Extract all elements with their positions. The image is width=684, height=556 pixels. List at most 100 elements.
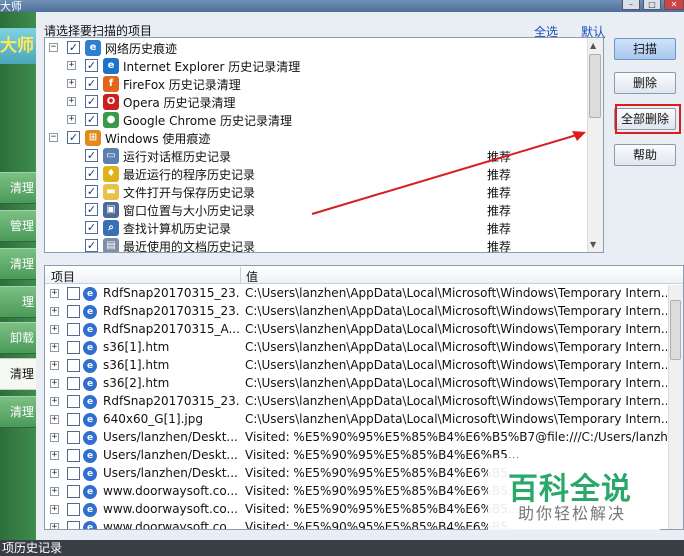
row-checkbox[interactable]: [67, 287, 80, 300]
expand-icon[interactable]: +: [50, 307, 59, 316]
tree-row[interactable]: − ✓ e 网络历史痕迹: [45, 39, 590, 57]
tree-checkbox[interactable]: ✓: [85, 59, 98, 72]
close-window-button[interactable]: ✕: [664, 0, 684, 10]
table-row[interactable]: + e s36[1].htm C:\Users\lanzhen\AppData\Loc…: [45, 339, 667, 357]
tree-row[interactable]: ✓ ⌕ 查找计算机历史记录 推荐: [45, 219, 590, 237]
tree-row[interactable]: ✓ ▭ 运行对话框历史记录 推荐: [45, 147, 590, 165]
tree-scroll-thumb[interactable]: [589, 54, 601, 118]
expand-icon[interactable]: +: [50, 505, 59, 514]
scan-button[interactable]: 扫描: [614, 38, 676, 60]
collapse-icon[interactable]: −: [49, 133, 58, 142]
expand-icon[interactable]: +: [50, 523, 59, 529]
row-value: C:\Users\lanzhen\AppData\Local\Microsoft…: [245, 340, 667, 354]
table-row[interactable]: + e Users/lanzhen/Deskt... Visited: %E5%90%…: [45, 429, 667, 447]
expand-icon[interactable]: +: [67, 79, 76, 88]
row-checkbox[interactable]: [67, 467, 80, 480]
tree-row[interactable]: ✓ ▤ 最近使用的文档历史记录 推荐: [45, 237, 590, 252]
expand-icon[interactable]: +: [50, 451, 59, 460]
sidebar-item[interactable]: 清理: [0, 172, 36, 204]
tree-row[interactable]: ✓ ▬ 文件打开与保存历史记录 推荐: [45, 183, 590, 201]
tree-row[interactable]: ✓ ▣ 窗口位置与大小历史记录 推荐: [45, 201, 590, 219]
tree-checkbox[interactable]: ✓: [85, 95, 98, 108]
minimize-button[interactable]: –: [622, 0, 640, 10]
tree-row[interactable]: + ✓ O Opera 历史记录清理: [45, 93, 590, 111]
row-checkbox[interactable]: [67, 485, 80, 498]
sidebar-item[interactable]: 卸载: [0, 322, 36, 354]
table-row[interactable]: + e RdfSnap20170315_23... C:\Users\lanzhen\…: [45, 303, 667, 321]
sidebar-item[interactable]: 清理: [0, 358, 36, 390]
expand-icon[interactable]: +: [67, 61, 76, 70]
tree-checkbox[interactable]: ✓: [85, 185, 98, 198]
sidebar-item[interactable]: 清理: [0, 396, 36, 428]
row-checkbox[interactable]: [67, 359, 80, 372]
help-button[interactable]: 帮助: [614, 144, 676, 166]
tree-checkbox[interactable]: ✓: [67, 41, 80, 54]
column-divider[interactable]: [240, 267, 241, 283]
sidebar-item[interactable]: 管理: [0, 210, 36, 242]
scroll-down-icon[interactable]: ▼: [590, 240, 596, 249]
expand-icon[interactable]: +: [50, 343, 59, 352]
ie-page-icon: e: [83, 431, 97, 445]
delete-button[interactable]: 删除: [614, 72, 676, 94]
row-checkbox[interactable]: [67, 413, 80, 426]
ie-icon: e: [103, 58, 119, 74]
tree-checkbox[interactable]: ✓: [85, 203, 98, 216]
tree-checkbox[interactable]: ✓: [85, 167, 98, 180]
scroll-up-icon[interactable]: ▲: [590, 41, 596, 50]
table-row[interactable]: + e 640x60_G[1].jpg C:\Users\lanzhen\AppDat…: [45, 411, 667, 429]
tree-checkbox[interactable]: ✓: [85, 239, 98, 252]
ie-page-icon: e: [83, 467, 97, 481]
row-value: C:\Users\lanzhen\AppData\Local\Microsoft…: [245, 304, 667, 318]
expand-icon[interactable]: +: [50, 397, 59, 406]
recommended-tag: 推荐: [487, 222, 512, 236]
column-header-value[interactable]: 值: [246, 268, 258, 285]
expand-icon[interactable]: +: [50, 361, 59, 370]
expand-icon[interactable]: +: [50, 469, 59, 478]
expand-icon[interactable]: +: [67, 97, 76, 106]
tree-row[interactable]: + ✓ e Internet Explorer 历史记录清理: [45, 57, 590, 75]
table-row[interactable]: + e RdfSnap20170315_23... C:\Users\lanzhen\…: [45, 393, 667, 411]
collapse-icon[interactable]: −: [49, 43, 58, 52]
sidebar-item[interactable]: 清理: [0, 248, 36, 280]
row-checkbox[interactable]: [67, 521, 80, 529]
table-row[interactable]: + e s36[2].htm C:\Users\lanzhen\AppData\Loc…: [45, 375, 667, 393]
maximize-button[interactable]: □: [643, 0, 661, 10]
row-value: C:\Users\lanzhen\AppData\Local\Microsoft…: [245, 412, 667, 426]
scan-item-tree[interactable]: − ✓ e 网络历史痕迹 + ✓ e Internet Explorer 历史记录清理 + ✓ f F…: [44, 37, 604, 253]
expand-icon[interactable]: +: [67, 115, 76, 124]
tree-checkbox[interactable]: ✓: [85, 77, 98, 90]
expand-icon[interactable]: +: [50, 325, 59, 334]
results-scroll-thumb[interactable]: [670, 300, 681, 360]
tree-checkbox[interactable]: ✓: [85, 113, 98, 126]
tree-checkbox[interactable]: ✓: [85, 221, 98, 234]
status-text: 项历史记录: [2, 541, 63, 555]
table-row[interactable]: + e s36[1].htm C:\Users\lanzhen\AppData\Loc…: [45, 357, 667, 375]
tree-row[interactable]: + ✓ f FireFox 历史记录清理: [45, 75, 590, 93]
row-checkbox[interactable]: [67, 377, 80, 390]
row-checkbox[interactable]: [67, 341, 80, 354]
expand-icon[interactable]: +: [50, 379, 59, 388]
row-value: C:\Users\lanzhen\AppData\Local\Microsoft…: [245, 376, 667, 390]
row-item: Users/lanzhen/Deskt...: [103, 430, 238, 444]
row-checkbox[interactable]: [67, 305, 80, 318]
row-checkbox[interactable]: [67, 503, 80, 516]
row-checkbox[interactable]: [67, 323, 80, 336]
tree-row[interactable]: − ✓ ⊞ Windows 使用痕迹: [45, 129, 590, 147]
expand-icon[interactable]: +: [50, 415, 59, 424]
expand-icon[interactable]: +: [50, 289, 59, 298]
column-header-item[interactable]: 项目: [51, 268, 75, 285]
tree-row[interactable]: ✓ ♦ 最近运行的程序历史记录 推荐: [45, 165, 590, 183]
firefox-icon: f: [103, 76, 119, 92]
document-icon: ▤: [103, 238, 119, 252]
table-row[interactable]: + e RdfSnap20170315_A... C:\Users\lanzhen\A…: [45, 321, 667, 339]
row-checkbox[interactable]: [67, 431, 80, 444]
expand-icon[interactable]: +: [50, 487, 59, 496]
tree-row[interactable]: + ✓ ● Google Chrome 历史记录清理: [45, 111, 590, 129]
row-checkbox[interactable]: [67, 395, 80, 408]
table-row[interactable]: + e RdfSnap20170315_23... C:\Users\lanzhen\…: [45, 285, 667, 303]
expand-icon[interactable]: +: [50, 433, 59, 442]
row-checkbox[interactable]: [67, 449, 80, 462]
sidebar-item[interactable]: 理: [0, 286, 36, 318]
tree-checkbox[interactable]: ✓: [67, 131, 80, 144]
tree-checkbox[interactable]: ✓: [85, 149, 98, 162]
